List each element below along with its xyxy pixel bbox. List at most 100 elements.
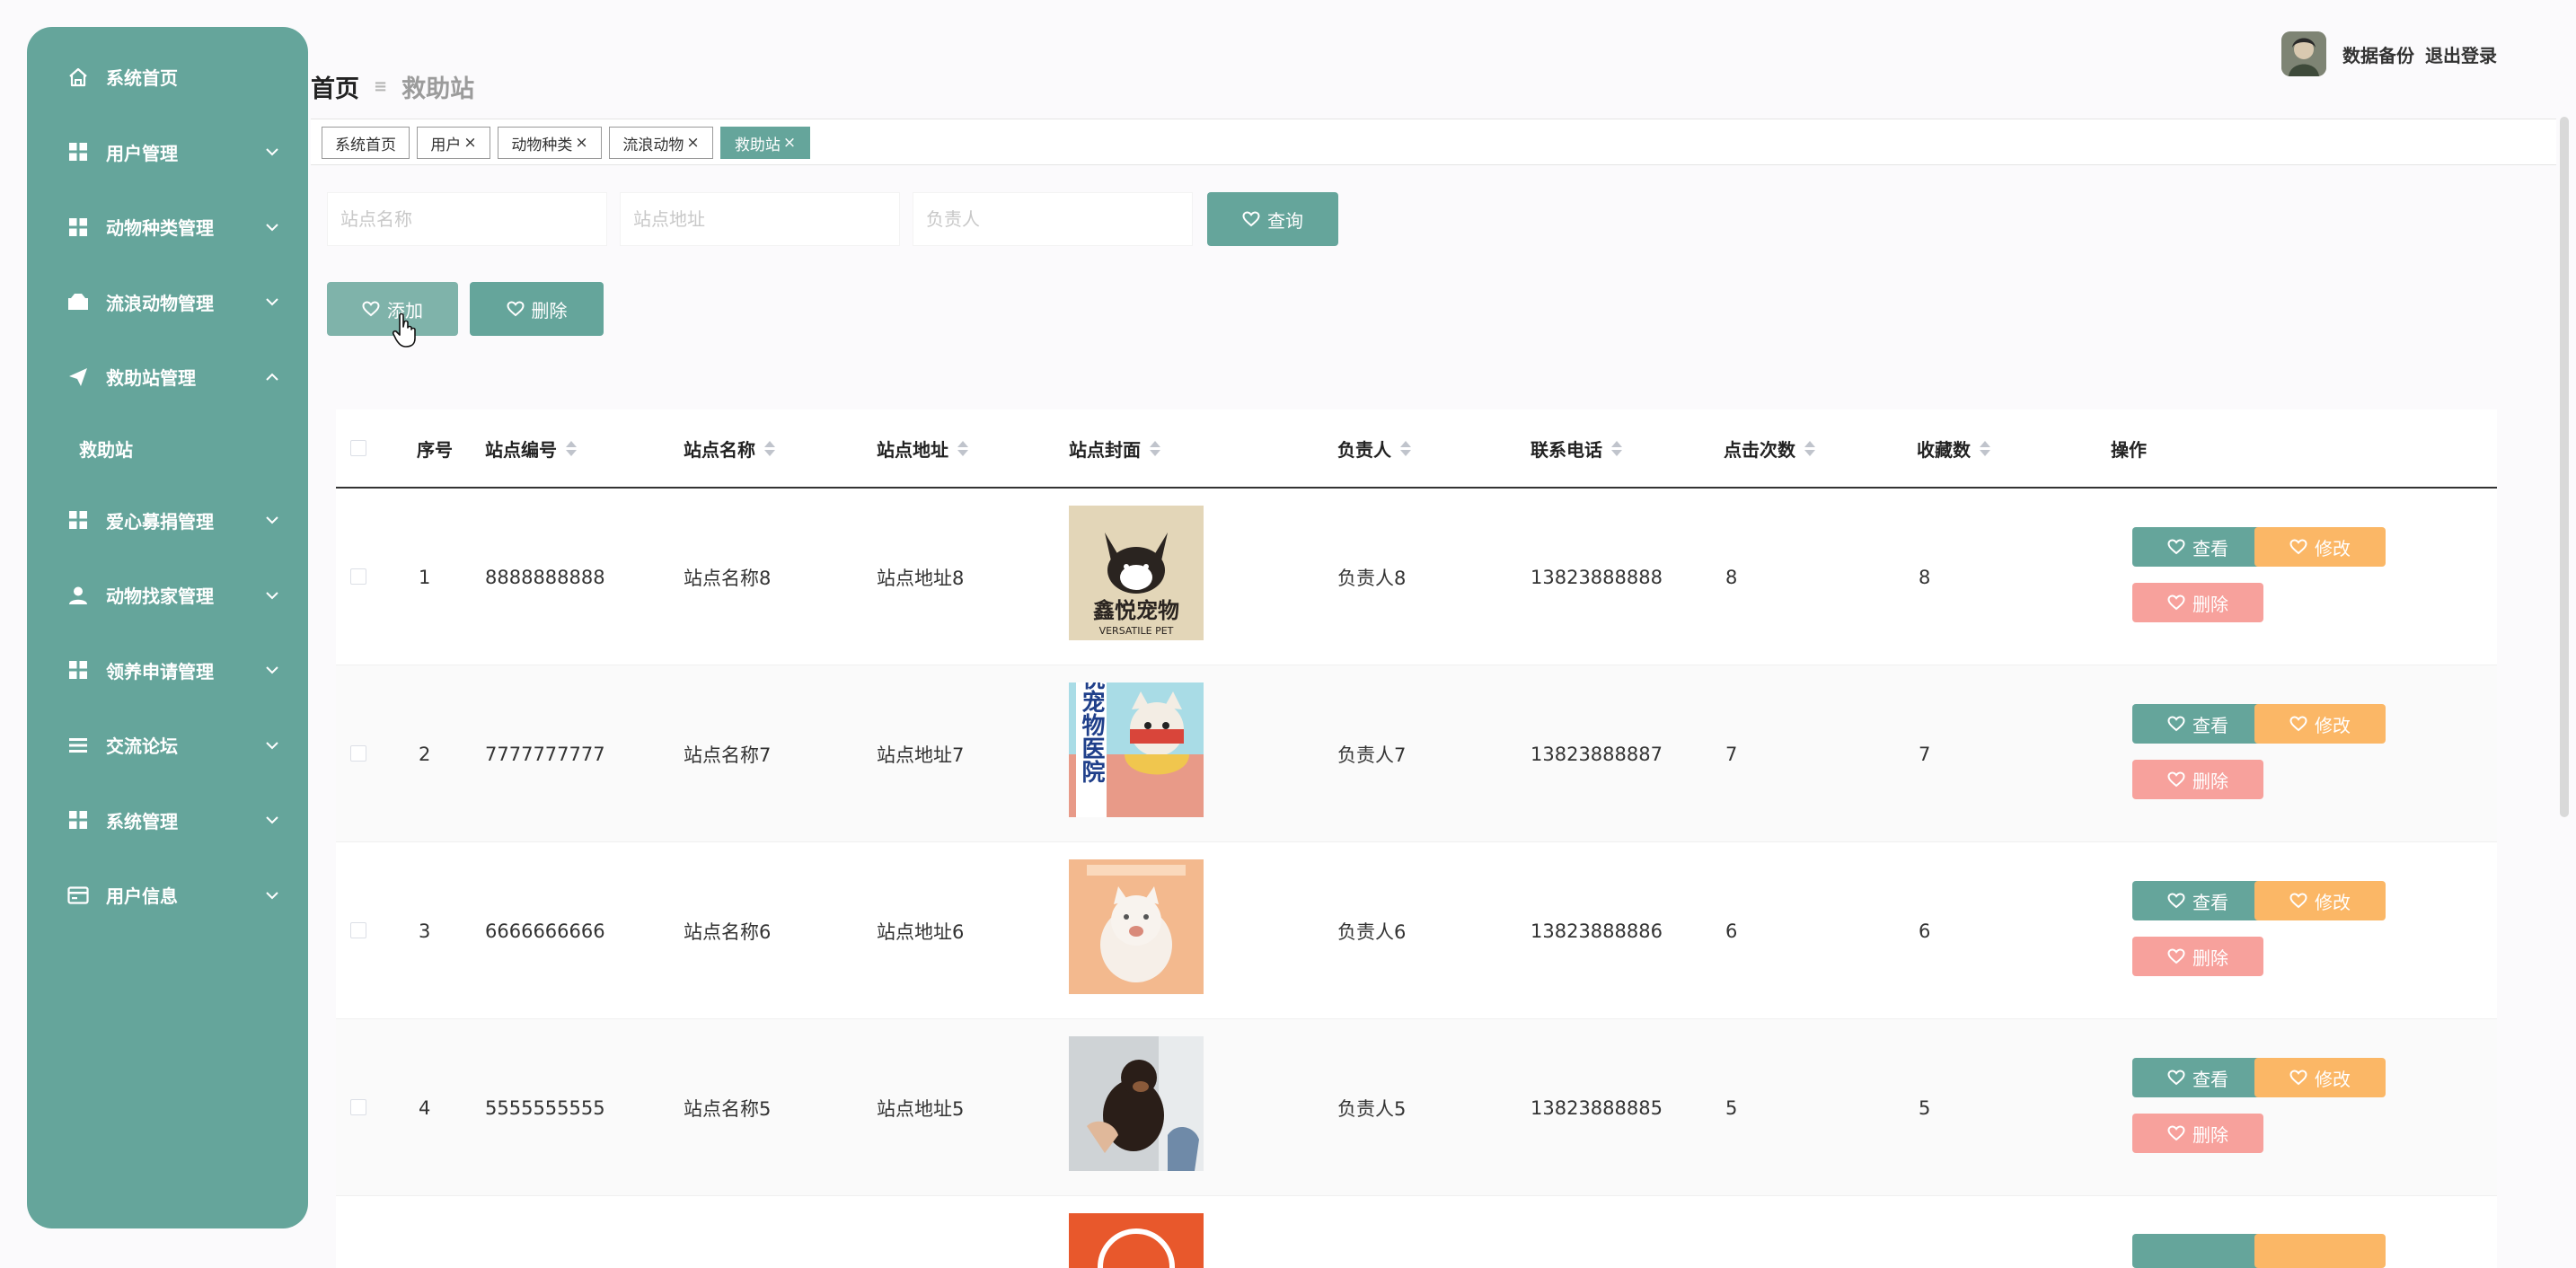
edit-button[interactable]: 修改	[2254, 1058, 2386, 1097]
sidebar-item-user-management[interactable]: 用户管理	[27, 115, 308, 190]
table-row: 2 7777777777 站点名称7 站点地址7 心悦宠物医院 负责人7 138…	[336, 665, 2497, 842]
heart-icon	[2167, 594, 2185, 611]
table-header: 序号 站点编号 站点名称 站点地址 站点封面 负责人 联系电话 点击次数 收藏数…	[336, 409, 2497, 489]
breadcrumb: 首页 ≡ 救助站	[311, 66, 474, 106]
edit-button[interactable]: 修改	[2254, 527, 2386, 567]
row-checkbox[interactable]	[350, 745, 366, 762]
send-icon	[66, 365, 90, 389]
column-header-phone[interactable]: 联系电话	[1531, 409, 1622, 487]
close-icon[interactable]: ×	[783, 134, 796, 152]
column-header-address[interactable]: 站点地址	[877, 409, 968, 487]
sidebar-item-donation[interactable]: 爱心募捐管理	[27, 483, 308, 559]
breadcrumb-separator-icon: ≡	[374, 76, 388, 96]
sidebar-item-label: 领养申请管理	[106, 660, 214, 682]
delete-row-button[interactable]: 删除	[2132, 1114, 2263, 1153]
station-cover-image[interactable]	[1069, 1213, 1204, 1268]
column-header-clicks[interactable]: 点击次数	[1724, 409, 1815, 487]
avatar[interactable]	[2281, 31, 2326, 76]
breadcrumb-home[interactable]: 首页	[311, 69, 359, 104]
row-checkbox[interactable]	[350, 1099, 366, 1115]
sidebar-item-animal-category[interactable]: 动物种类管理	[27, 189, 308, 265]
sort-icon[interactable]	[1611, 440, 1622, 456]
query-button[interactable]: 查询	[1207, 192, 1338, 246]
column-header-code[interactable]: 站点编号	[485, 409, 577, 487]
column-label: 点击次数	[1724, 438, 1795, 461]
edit-button[interactable]	[2254, 1234, 2386, 1268]
delete-row-button[interactable]: 删除	[2132, 583, 2263, 622]
sidebar-item-adoption-application[interactable]: 领养申请管理	[27, 633, 308, 709]
sidebar-item-rescue-station-management[interactable]: 救助站管理	[27, 339, 308, 415]
tab-rescue-station[interactable]: 救助站 ×	[720, 127, 810, 159]
sort-icon[interactable]	[957, 440, 968, 456]
cell-clicks: 5	[1725, 1096, 1738, 1119]
row-checkbox[interactable]	[350, 568, 366, 585]
chevron-down-icon	[263, 586, 281, 604]
column-header-favorites[interactable]: 收藏数	[1917, 409, 1990, 487]
sort-icon[interactable]	[1400, 440, 1411, 456]
delete-label: 删除	[2192, 947, 2228, 969]
tab-home[interactable]: 系统首页	[322, 127, 410, 159]
cell-name: 站点名称5	[684, 1097, 772, 1120]
column-header-manager[interactable]: 负责人	[1337, 409, 1411, 487]
sidebar-item-stray-animal[interactable]: 流浪动物管理	[27, 265, 308, 340]
table-row: 4 5555555555 站点名称5 站点地址5 负责人5 1382388888…	[336, 1019, 2497, 1196]
cell-phone: 13823888886	[1531, 920, 1663, 942]
sidebar-item-find-home[interactable]: 动物找家管理	[27, 558, 308, 633]
cell-manager: 负责人6	[1337, 920, 1407, 943]
scrollbar-thumb[interactable]	[2560, 117, 2569, 817]
column-header-cover[interactable]: 站点封面	[1069, 409, 1160, 487]
cell-address: 站点地址7	[877, 744, 965, 766]
row-checkbox[interactable]	[350, 922, 366, 938]
heart-icon	[2167, 1125, 2185, 1141]
chevron-down-icon	[263, 886, 281, 904]
sort-icon[interactable]	[1804, 440, 1815, 456]
sidebar-item-label: 流浪动物管理	[106, 292, 214, 314]
close-icon[interactable]: ×	[575, 134, 587, 152]
cell-address: 站点地址5	[877, 1097, 965, 1120]
station-cover-image[interactable]	[1069, 1036, 1204, 1171]
table-row	[336, 1196, 2497, 1268]
delete-row-button[interactable]: 删除	[2132, 760, 2263, 799]
data-backup-link[interactable]: 数据备份	[2342, 41, 2414, 67]
edit-button[interactable]: 修改	[2254, 881, 2386, 920]
sort-icon[interactable]	[764, 440, 775, 456]
close-icon[interactable]: ×	[463, 134, 476, 152]
sidebar-item-label: 动物种类管理	[106, 217, 214, 240]
logout-link[interactable]: 退出登录	[2425, 41, 2497, 67]
list-icon	[66, 734, 90, 757]
view-label: 查看	[2192, 891, 2228, 913]
column-header-name[interactable]: 站点名称	[684, 409, 775, 487]
sidebar-item-user-info[interactable]: 用户信息	[27, 858, 308, 933]
sort-icon[interactable]	[1980, 440, 1990, 456]
view-button[interactable]: 查看	[2132, 704, 2263, 744]
tab-user[interactable]: 用户 ×	[417, 127, 490, 159]
table-row: 3 6666666666 站点名称6 站点地址6 负责人6 1382388888…	[336, 842, 2497, 1019]
view-button[interactable]	[2132, 1234, 2263, 1268]
station-cover-image[interactable]: 鑫悦宠物 VERSATILE PET	[1069, 506, 1204, 640]
sort-icon[interactable]	[566, 440, 577, 456]
manager-input[interactable]	[913, 192, 1193, 246]
sort-icon[interactable]	[1150, 440, 1160, 456]
select-all-checkbox[interactable]	[350, 440, 366, 456]
station-address-input[interactable]	[620, 192, 900, 246]
station-cover-image[interactable]: 心悦宠物医院	[1069, 682, 1204, 817]
sidebar-item-forum[interactable]: 交流论坛	[27, 708, 308, 783]
sidebar-item-home[interactable]: 系统首页	[27, 40, 308, 115]
sidebar-item-label: 交流论坛	[106, 735, 178, 758]
tab-animal-category[interactable]: 动物种类 ×	[498, 127, 602, 159]
delete-row-button[interactable]: 删除	[2132, 937, 2263, 976]
view-button[interactable]: 查看	[2132, 527, 2263, 567]
delete-button[interactable]: 删除	[470, 282, 604, 336]
station-cover-image[interactable]	[1069, 859, 1204, 994]
cell-index: 3	[419, 920, 431, 942]
tab-stray-animal[interactable]: 流浪动物 ×	[609, 127, 713, 159]
edit-button[interactable]: 修改	[2254, 704, 2386, 744]
view-button[interactable]: 查看	[2132, 881, 2263, 920]
sidebar-subitem-rescue-station[interactable]: 救助站	[27, 415, 308, 483]
station-name-input[interactable]	[327, 192, 607, 246]
view-label: 查看	[2192, 1068, 2228, 1090]
sidebar-item-system-management[interactable]: 系统管理	[27, 783, 308, 859]
sidebar-item-label: 用户管理	[106, 142, 178, 164]
close-icon[interactable]: ×	[686, 134, 699, 152]
view-button[interactable]: 查看	[2132, 1058, 2263, 1097]
